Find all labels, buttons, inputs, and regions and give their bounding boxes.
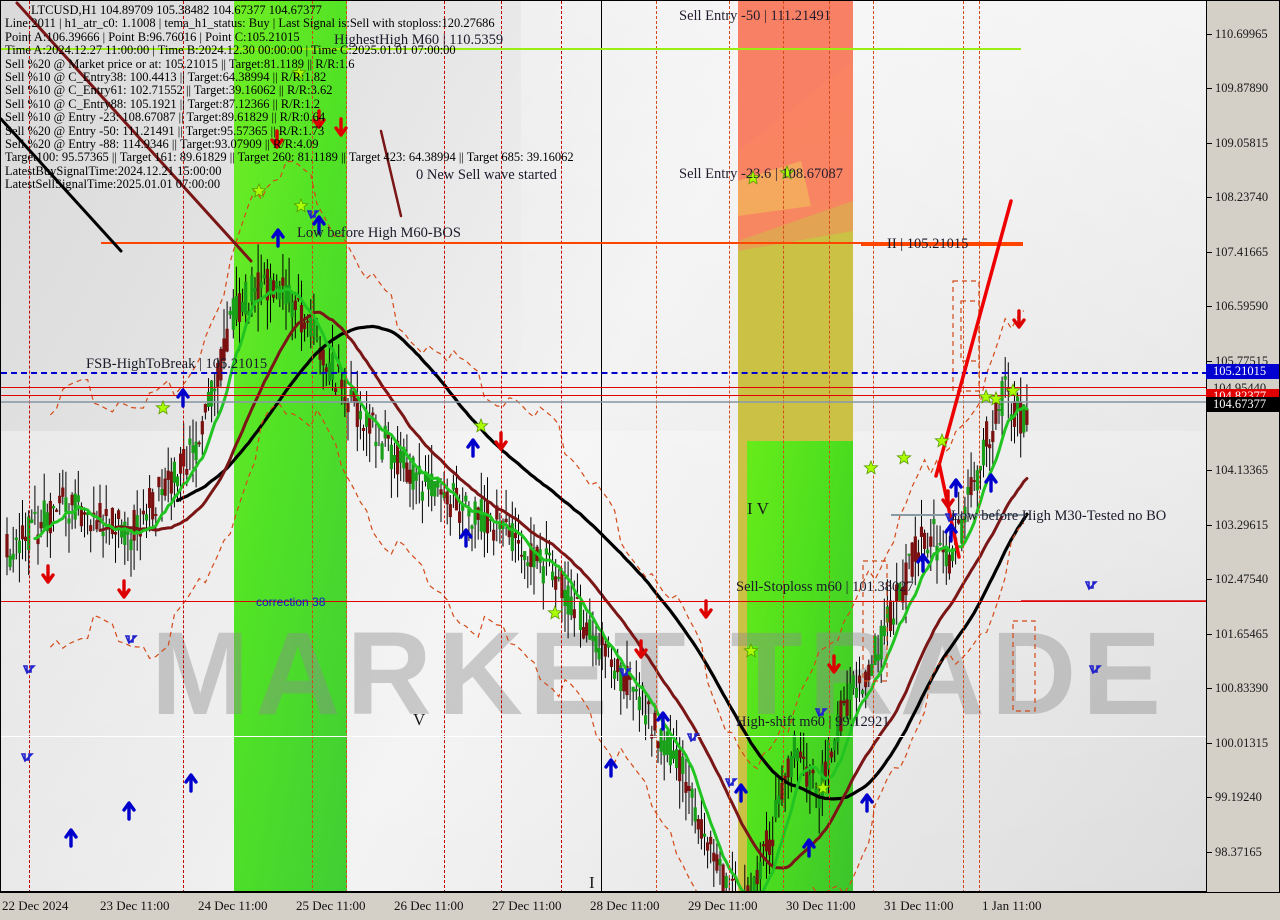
tick-mark bbox=[1207, 88, 1212, 89]
info-line: Sell %10 @ Entry -23: 108.67087 || Targe… bbox=[5, 110, 326, 125]
tick-mark bbox=[1207, 252, 1212, 253]
time-tick-label: 25 Dec 11:00 bbox=[296, 898, 366, 913]
time-tick-label: 26 Dec 11:00 bbox=[394, 898, 464, 913]
annotation-level-ii: II | 105.21015 bbox=[887, 236, 969, 252]
price-tick: 101.65465 bbox=[1207, 627, 1280, 641]
price-tick: 109.87890 bbox=[1207, 81, 1280, 95]
price-badge-blue[interactable]: 105.21015 bbox=[1206, 364, 1279, 379]
annotation-wave-label-iv: I V bbox=[747, 499, 769, 518]
price-tick: 102.47540 bbox=[1207, 572, 1280, 586]
tick-mark bbox=[1207, 361, 1212, 362]
tick-mark bbox=[1207, 197, 1212, 198]
price-tick-label: 110.69965 bbox=[1215, 27, 1268, 41]
time-tick-label: 27 Dec 11:00 bbox=[492, 898, 562, 913]
annotation-wave-label-i: I bbox=[589, 873, 595, 892]
info-line: Sell %10 @ C_Entry88: 105.1921 || Target… bbox=[5, 96, 320, 111]
chart-info-block: LTCUSD,H1 104.89709 105.38482 104.67377 … bbox=[5, 3, 574, 192]
chart-application: MARKET TRADE LTCUSD,H1 104.89709 105.384… bbox=[0, 0, 1280, 920]
indicator-info-lines: Line:2011 | h1_atr_c0: 1.1008 | tema_h1_… bbox=[5, 16, 574, 192]
price-axis[interactable]: 110.69965 109.87890 109.05815 108.23740 107.… bbox=[1206, 0, 1280, 913]
annotation-low-before-high-m30: Low before High M30-Tested no BO bbox=[951, 508, 1167, 524]
info-line: Sell %20 @ Entry -50: 111.21491 || Targe… bbox=[5, 123, 325, 138]
annotation-fsb-high-to-break: FSB-HighToBreak | 105.21015 bbox=[86, 356, 268, 372]
price-tick: 100.83390 bbox=[1207, 681, 1280, 695]
time-tick-label: 24 Dec 11:00 bbox=[198, 898, 268, 913]
info-line: Target100: 95.57365 || Target 161: 89.61… bbox=[5, 150, 574, 165]
time-tick-label: 1 Jan 11:00 bbox=[982, 898, 1042, 913]
annotation-high-shift-m60: High-shift m60 | 99.12921 bbox=[736, 714, 890, 730]
price-tick-label: 107.41665 bbox=[1215, 245, 1269, 259]
time-axis[interactable]: 22 Dec 2024 23 Dec 11:00 24 Dec 11:00 25 De… bbox=[0, 892, 1280, 920]
price-tick-label: 99.19240 bbox=[1215, 790, 1262, 804]
price-tick-label: 102.47540 bbox=[1215, 572, 1269, 586]
price-tick-label: 98.37165 bbox=[1215, 845, 1262, 859]
price-tick-label: 109.87890 bbox=[1215, 81, 1269, 95]
price-tick: 110.69965 bbox=[1207, 27, 1280, 41]
tick-mark bbox=[1207, 688, 1212, 689]
price-tick-label: 104.13365 bbox=[1215, 463, 1269, 477]
symbol-ohlc-line: LTCUSD,H1 104.89709 105.38482 104.67377 … bbox=[31, 3, 322, 17]
chart-plot-area[interactable]: MARKET TRADE LTCUSD,H1 104.89709 105.384… bbox=[0, 0, 1207, 892]
info-line: LatestBuySignalTime:2024.12.21 15:00:00 bbox=[5, 163, 222, 178]
time-tick-label: 29 Dec 11:00 bbox=[688, 898, 758, 913]
price-tick-label: 100.01315 bbox=[1215, 736, 1269, 750]
info-line: Sell %20 @ Entry -88: 114.9346 || Target… bbox=[5, 137, 319, 152]
price-tick: 98.37165 bbox=[1207, 845, 1280, 859]
annotation-wave-label-v: V bbox=[413, 710, 426, 729]
info-line: Sell %10 @ C_Entry38: 100.4413 || Target… bbox=[5, 70, 327, 85]
annotation-sell-entry-236: Sell Entry -23.6 | 108.67087 bbox=[679, 166, 844, 182]
time-tick-label: 30 Dec 11:00 bbox=[786, 898, 856, 913]
tick-mark bbox=[1207, 743, 1212, 744]
price-tick-label: 100.83390 bbox=[1215, 681, 1269, 695]
tick-mark bbox=[1207, 143, 1212, 144]
price-tick-label: 109.05815 bbox=[1215, 136, 1269, 150]
info-line: Time A:2024.12.27 11:00:00 | Time B:2024… bbox=[5, 43, 456, 58]
price-tick: 104.13365 bbox=[1207, 463, 1280, 477]
time-tick-label: 28 Dec 11:00 bbox=[590, 898, 660, 913]
tick-mark bbox=[1207, 634, 1212, 635]
annotation-sell-stoploss-m60: Sell-Stoploss m60 | 101.38027 bbox=[736, 579, 914, 595]
tick-mark bbox=[1207, 525, 1212, 526]
price-tick: 103.29615 bbox=[1207, 518, 1280, 532]
price-badge-black[interactable]: 104.67377 bbox=[1206, 397, 1279, 412]
time-tick-label: 23 Dec 11:00 bbox=[100, 898, 170, 913]
info-line: Sell %10 @ C_Entry61: 102.71552 || Targe… bbox=[5, 83, 333, 98]
annotation-low-before-high-m60: Low before High M60-BOS bbox=[297, 225, 461, 241]
tick-mark bbox=[1207, 579, 1212, 580]
info-line: Line:2011 | h1_atr_c0: 1.1008 | tema_h1_… bbox=[5, 16, 495, 31]
tick-mark bbox=[1207, 852, 1212, 853]
price-tick: 99.19240 bbox=[1207, 790, 1280, 804]
tick-mark bbox=[1207, 797, 1212, 798]
info-line: Point A:106.39666 | Point B:96.76016 | P… bbox=[5, 29, 300, 44]
price-tick: 106.59590 bbox=[1207, 299, 1280, 313]
time-tick-label: 22 Dec 2024 bbox=[2, 898, 69, 913]
price-tick: 109.05815 bbox=[1207, 136, 1280, 150]
price-tick-label: 106.59590 bbox=[1215, 299, 1269, 313]
price-tick: 100.01315 bbox=[1207, 736, 1280, 750]
tick-mark bbox=[1207, 306, 1212, 307]
price-tick: 108.23740 bbox=[1207, 190, 1280, 204]
price-tick-label: 101.65465 bbox=[1215, 627, 1269, 641]
price-tick: 107.41665 bbox=[1207, 245, 1280, 259]
info-line: Sell %20 @ Market price or at: 105.21015… bbox=[5, 56, 355, 71]
price-tick-label: 103.29615 bbox=[1215, 518, 1269, 532]
tick-mark bbox=[1207, 470, 1212, 471]
info-line: LatestSellSignalTime:2025.01.01 07:00:00 bbox=[5, 177, 221, 192]
time-tick-label: 31 Dec 11:00 bbox=[884, 898, 954, 913]
annotation-sell-entry-50: Sell Entry -50 | 111.21491 bbox=[679, 8, 832, 24]
price-tick-label: 108.23740 bbox=[1215, 190, 1269, 204]
tick-mark bbox=[1207, 34, 1212, 35]
annotation-correction-38: correction 38 bbox=[256, 595, 326, 609]
